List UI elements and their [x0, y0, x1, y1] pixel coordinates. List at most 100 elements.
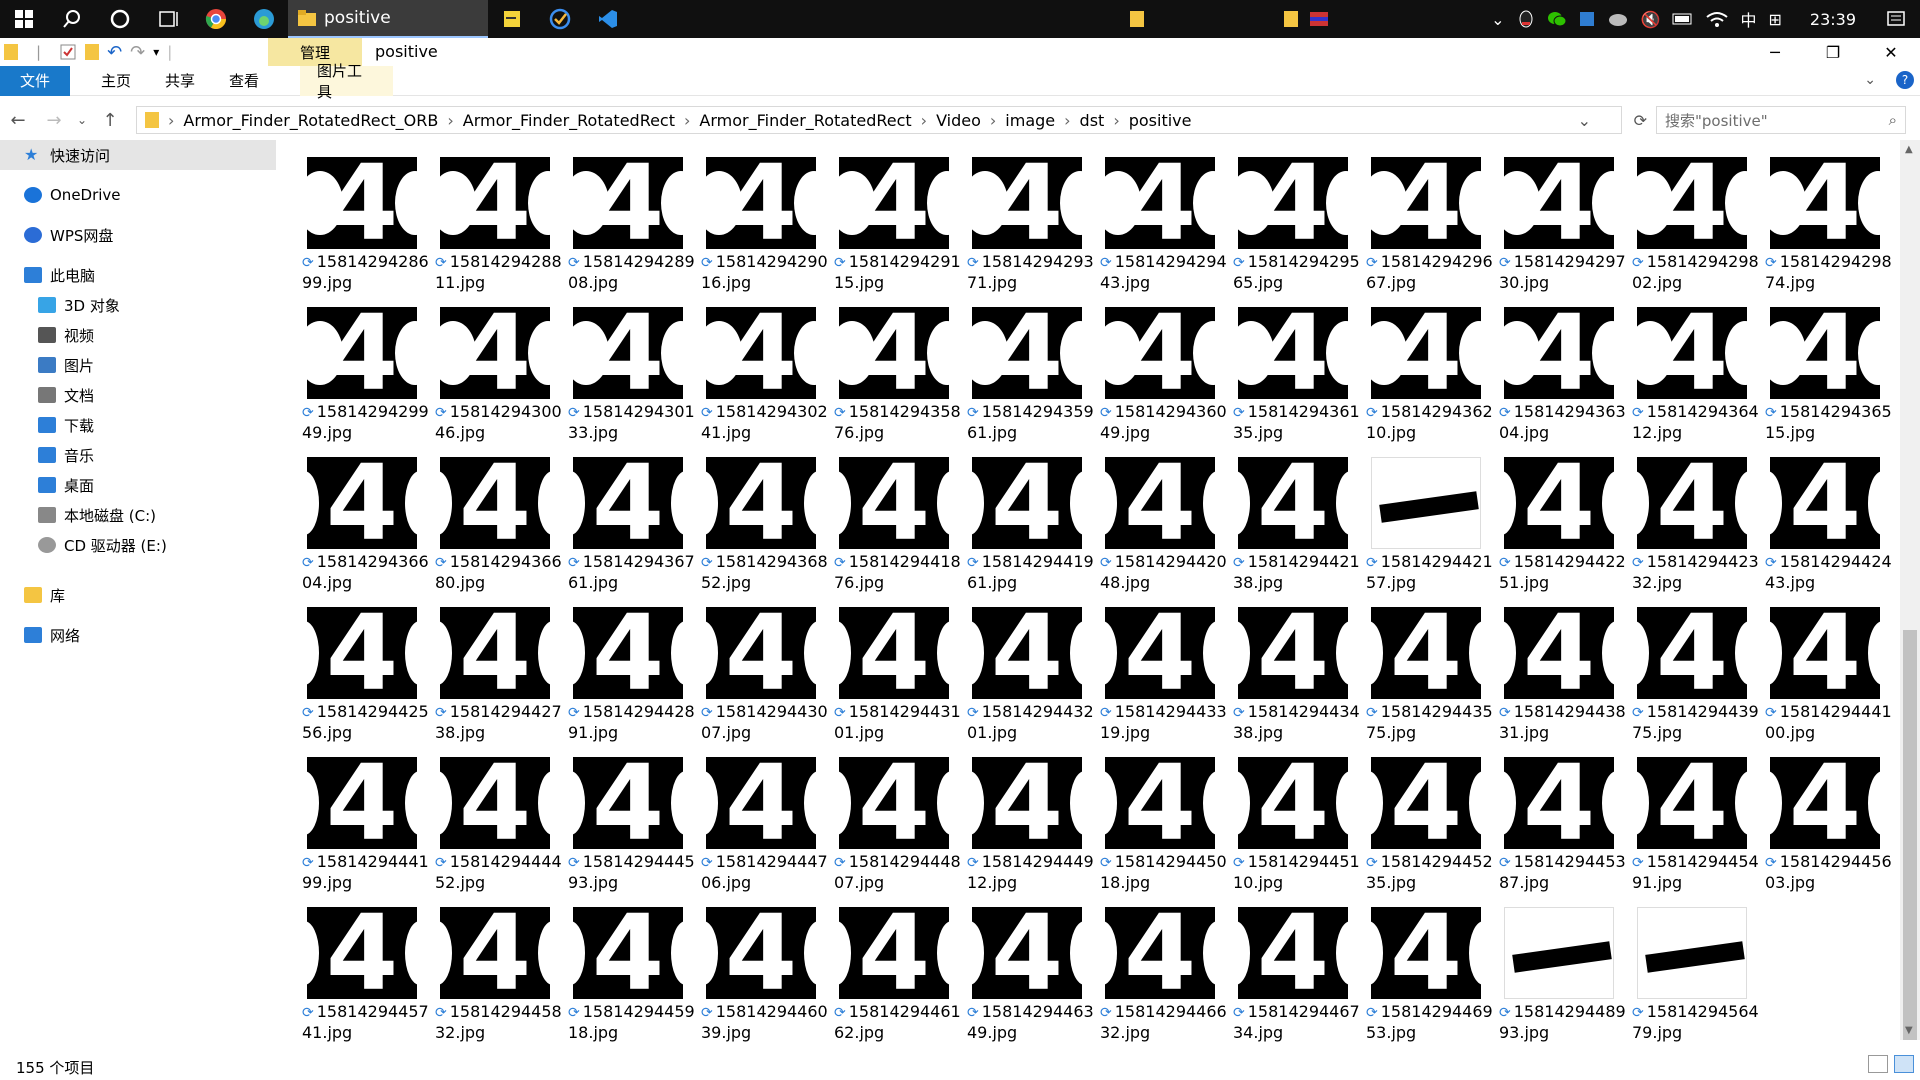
- scroll-up-icon[interactable]: ▲: [1905, 144, 1913, 155]
- file-tile[interactable]: 4 ⟳ 1581429445603.jpg: [1763, 742, 1892, 892]
- wifi-icon[interactable]: [1706, 11, 1729, 27]
- breadcrumb[interactable]: › Armor_Finder_RotatedRect_ORB › Armor_F…: [136, 106, 1647, 134]
- file-tile[interactable]: 4 ⟳ 1581429446039.jpg: [699, 892, 829, 1042]
- path-chevron-icon[interactable]: ›: [1113, 111, 1119, 130]
- sidebar-item-3[interactable]: 此电脑: [0, 260, 276, 290]
- clock[interactable]: 23:39: [1810, 10, 1856, 29]
- chevron-up-icon[interactable]: ⌄: [1491, 10, 1504, 29]
- file-tile[interactable]: 4 ⟳ 1581429428699.jpg: [300, 142, 430, 292]
- address-dropdown-icon[interactable]: ⌄: [1578, 111, 1591, 130]
- file-tile[interactable]: 4 ⟳ 1581429430133.jpg: [566, 292, 696, 442]
- scroll-down-icon[interactable]: ▼: [1905, 1025, 1913, 1036]
- file-tile[interactable]: 4 ⟳ 1581429446734.jpg: [1231, 892, 1361, 1042]
- file-tile[interactable]: 4 ⟳ 1581429445235.jpg: [1364, 742, 1494, 892]
- file-tile[interactable]: 4 ⟳ 1581429443975.jpg: [1630, 592, 1760, 742]
- sidebar-item-0[interactable]: ★ 快速访问: [0, 140, 276, 170]
- file-tile[interactable]: 4 ⟳ 1581429429371.jpg: [965, 142, 1095, 292]
- ribbon-expand-icon[interactable]: ⌄: [1864, 72, 1876, 88]
- maximize-button[interactable]: ❐: [1804, 38, 1862, 66]
- file-tile[interactable]: 4 ⟳ 1581429443007.jpg: [699, 592, 829, 742]
- path-chevron-icon[interactable]: ›: [990, 111, 996, 130]
- file-tile[interactable]: 4 ⟳ 1581429429949.jpg: [300, 292, 430, 442]
- refresh-icon[interactable]: ⟳: [1634, 111, 1647, 130]
- cloud-sync-icon[interactable]: [1607, 10, 1629, 28]
- crumb-6[interactable]: positive: [1129, 111, 1192, 130]
- tray-note-icon[interactable]: [1284, 0, 1298, 38]
- file-tile[interactable]: 4 ⟳ 1581429445918.jpg: [566, 892, 696, 1042]
- crumb-1[interactable]: Armor_Finder_RotatedRect: [463, 111, 675, 130]
- file-tile[interactable]: 4 ⟳ 1581429436135.jpg: [1231, 292, 1361, 442]
- close-button[interactable]: ✕: [1862, 38, 1920, 66]
- tray-app-icon[interactable]: [1579, 11, 1595, 27]
- file-tile[interactable]: 4 ⟳ 1581429446953.jpg: [1364, 892, 1494, 1042]
- file-tile[interactable]: 4 ⟳ 1581429430241.jpg: [699, 292, 829, 442]
- chrome-icon[interactable]: [192, 0, 240, 38]
- sidebar-item-8[interactable]: 下载: [0, 410, 276, 440]
- sidebar-item-13[interactable]: 库: [0, 580, 276, 610]
- file-tile[interactable]: 4 ⟳ 1581429429115.jpg: [832, 142, 962, 292]
- file-tile[interactable]: 4 ⟳ 1581429436852.jpg: [699, 442, 829, 592]
- tab-file[interactable]: 文件: [0, 65, 70, 96]
- file-tile[interactable]: 4 ⟳ 1581429443438.jpg: [1231, 592, 1361, 742]
- ime-indicator[interactable]: 中: [1740, 7, 1756, 31]
- tray-folder-icon[interactable]: [1130, 0, 1144, 38]
- tab-share[interactable]: 共享: [148, 66, 212, 96]
- file-tile[interactable]: 4 ⟳ 1581429442332.jpg: [1630, 442, 1760, 592]
- file-tile[interactable]: 4 ⟳ 1581429429730.jpg: [1497, 142, 1627, 292]
- qq-icon[interactable]: [1517, 10, 1535, 28]
- path-chevron-icon[interactable]: ›: [921, 111, 927, 130]
- file-tile[interactable]: 4 ⟳ 1581429436304.jpg: [1497, 292, 1627, 442]
- file-tile[interactable]: 4 ⟳ 1581429445832.jpg: [433, 892, 563, 1042]
- sidebar-item-7[interactable]: 文档: [0, 380, 276, 410]
- vertical-scrollbar[interactable]: ▲ ▼: [1900, 140, 1920, 1040]
- crumb-0[interactable]: Armor_Finder_RotatedRect_ORB: [183, 111, 438, 130]
- file-tile[interactable]: ⟳ 1581429442157.jpg: [1364, 442, 1494, 592]
- todo-icon[interactable]: [536, 0, 584, 38]
- search-taskbar-icon[interactable]: [48, 0, 96, 38]
- qat-dropdown-icon[interactable]: ▾: [153, 45, 159, 59]
- file-tile[interactable]: ⟳ 1581429448993.jpg: [1497, 892, 1627, 1042]
- file-tile[interactable]: 4 ⟳ 1581429443831.jpg: [1497, 592, 1627, 742]
- file-tile[interactable]: 4 ⟳ 1581429429667.jpg: [1364, 142, 1494, 292]
- back-button[interactable]: ←: [0, 110, 36, 131]
- file-tile[interactable]: 4 ⟳ 1581429444452.jpg: [433, 742, 563, 892]
- file-tile[interactable]: 4 ⟳ 1581429445110.jpg: [1231, 742, 1361, 892]
- file-tile[interactable]: 4 ⟳ 1581429444807.jpg: [832, 742, 962, 892]
- file-tile[interactable]: 4 ⟳ 1581429436210.jpg: [1364, 292, 1494, 442]
- file-tile[interactable]: 4 ⟳ 1581429445387.jpg: [1497, 742, 1627, 892]
- file-tile[interactable]: 4 ⟳ 1581429442891.jpg: [566, 592, 696, 742]
- ime-grid-icon[interactable]: ⊞: [1768, 10, 1781, 29]
- file-tile[interactable]: 4 ⟳ 1581429436761.jpg: [566, 442, 696, 592]
- file-tile[interactable]: 4 ⟳ 1581429436049.jpg: [1098, 292, 1228, 442]
- tab-picture-tools[interactable]: 图片工具: [300, 62, 394, 101]
- tab-home[interactable]: 主页: [84, 66, 148, 96]
- sidebar-item-9[interactable]: 音乐: [0, 440, 276, 470]
- start-button[interactable]: [0, 0, 48, 38]
- vscode-icon[interactable]: [584, 0, 632, 38]
- notification-icon[interactable]: [1886, 10, 1906, 28]
- path-chevron-icon[interactable]: ›: [168, 111, 174, 130]
- file-tile[interactable]: 4 ⟳ 1581429446632.jpg: [1098, 892, 1228, 1042]
- file-tile[interactable]: 4 ⟳ 1581429436515.jpg: [1763, 292, 1892, 442]
- file-tile[interactable]: 4 ⟳ 1581429443319.jpg: [1098, 592, 1228, 742]
- forward-button[interactable]: →: [36, 110, 72, 131]
- file-tile[interactable]: 4 ⟳ 1581429435876.jpg: [832, 292, 962, 442]
- file-tile[interactable]: 4 ⟳ 1581429436604.jpg: [300, 442, 430, 592]
- taskbar-file-explorer[interactable]: positive: [288, 0, 488, 38]
- file-tile[interactable]: 4 ⟳ 1581429442443.jpg: [1763, 442, 1892, 592]
- file-tile[interactable]: 4 ⟳ 1581429442251.jpg: [1497, 442, 1627, 592]
- sidebar-item-11[interactable]: 本地磁盘 (C:): [0, 500, 276, 530]
- file-tile[interactable]: 4 ⟳ 1581429429802.jpg: [1630, 142, 1760, 292]
- file-tile[interactable]: 4 ⟳ 1581429445741.jpg: [300, 892, 430, 1042]
- file-tile[interactable]: 4 ⟳ 1581429444706.jpg: [699, 742, 829, 892]
- file-tile[interactable]: 4 ⟳ 1581429435961.jpg: [965, 292, 1095, 442]
- sidebar-item-14[interactable]: 网络: [0, 620, 276, 650]
- new-folder-icon[interactable]: [85, 44, 100, 60]
- minimize-button[interactable]: ─: [1746, 38, 1804, 66]
- file-tile[interactable]: 4 ⟳ 1581429444199.jpg: [300, 742, 430, 892]
- sidebar-item-12[interactable]: CD 驱动器 (E:): [0, 530, 276, 560]
- file-tile[interactable]: 4 ⟳ 1581429443575.jpg: [1364, 592, 1494, 742]
- file-tile[interactable]: 4 ⟳ 1581429429874.jpg: [1763, 142, 1892, 292]
- file-tile[interactable]: 4 ⟳ 1581429428908.jpg: [566, 142, 696, 292]
- file-tile[interactable]: 4 ⟳ 1581429446162.jpg: [832, 892, 962, 1042]
